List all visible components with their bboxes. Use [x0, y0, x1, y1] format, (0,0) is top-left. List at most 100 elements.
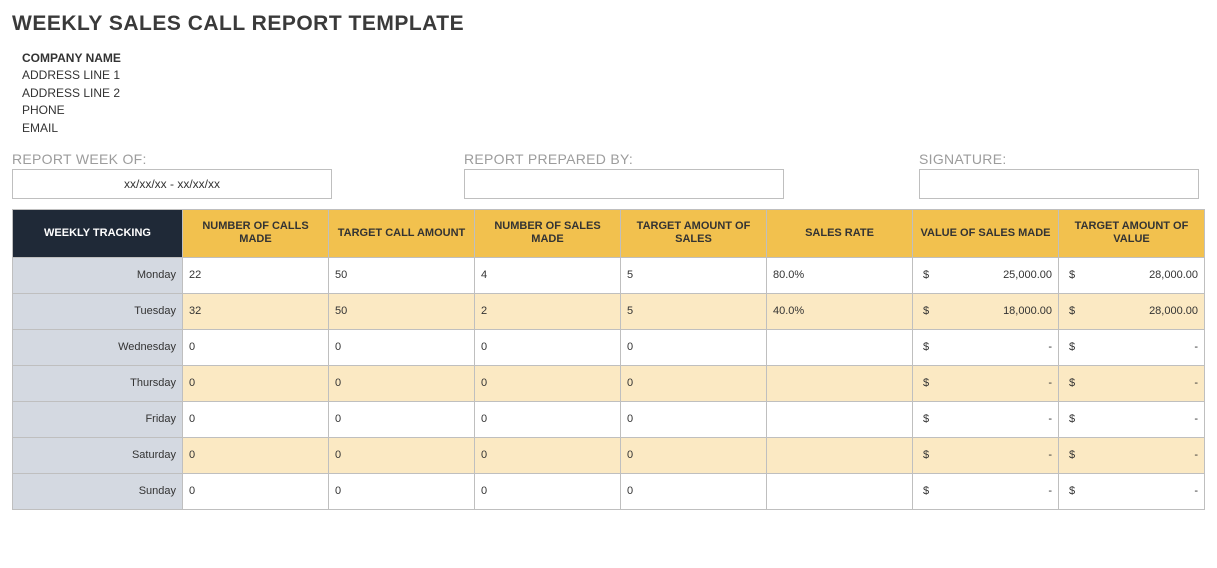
amount: 28,000.00	[1149, 305, 1198, 317]
weekly-tracking-table: WEEKLY TRACKING NUMBER OF CALLS MADE TAR…	[12, 209, 1205, 510]
cell-target-calls[interactable]: 0	[329, 473, 475, 509]
table-row: Tuesday32502540.0%$18,000.00$28,000.00	[13, 293, 1205, 329]
amount: -	[1194, 377, 1198, 389]
company-address-1: ADDRESS LINE 1	[22, 67, 1205, 84]
cell-target-sales[interactable]: 0	[621, 473, 767, 509]
cell-sales-made[interactable]: 4	[475, 257, 621, 293]
amount: 28,000.00	[1149, 269, 1198, 281]
cell-sales-made[interactable]: 2	[475, 293, 621, 329]
cell-value-sales[interactable]: $25,000.00	[913, 257, 1059, 293]
cell-sales-made[interactable]: 0	[475, 365, 621, 401]
table-row: Friday0000$-$-	[13, 401, 1205, 437]
cell-calls-made[interactable]: 0	[183, 329, 329, 365]
day-cell: Sunday	[13, 473, 183, 509]
company-name: COMPANY NAME	[22, 50, 1205, 67]
amount: -	[1048, 449, 1052, 461]
amount: 25,000.00	[1003, 269, 1052, 281]
header-value-sales: VALUE OF SALES MADE	[913, 209, 1059, 257]
cell-sales-rate[interactable]: 40.0%	[767, 293, 913, 329]
report-prepared-by-label: REPORT PREPARED BY:	[464, 151, 919, 167]
cell-calls-made[interactable]: 0	[183, 365, 329, 401]
cell-sales-made[interactable]: 0	[475, 329, 621, 365]
header-sales-made: NUMBER OF SALES MADE	[475, 209, 621, 257]
header-weekly-tracking: WEEKLY TRACKING	[13, 209, 183, 257]
amount: -	[1194, 485, 1198, 497]
company-address-2: ADDRESS LINE 2	[22, 85, 1205, 102]
cell-target-value[interactable]: $-	[1059, 365, 1205, 401]
cell-value-sales[interactable]: $-	[913, 437, 1059, 473]
cell-target-value[interactable]: $-	[1059, 329, 1205, 365]
signature-label: SIGNATURE:	[919, 151, 1205, 167]
cell-sales-made[interactable]: 0	[475, 401, 621, 437]
amount: -	[1194, 413, 1198, 425]
day-cell: Wednesday	[13, 329, 183, 365]
cell-target-sales[interactable]: 5	[621, 257, 767, 293]
cell-calls-made[interactable]: 0	[183, 437, 329, 473]
currency-symbol: $	[923, 485, 929, 497]
currency-symbol: $	[1069, 377, 1075, 389]
table-row: Sunday0000$-$-	[13, 473, 1205, 509]
day-cell: Friday	[13, 401, 183, 437]
cell-target-value[interactable]: $-	[1059, 473, 1205, 509]
cell-target-calls[interactable]: 50	[329, 293, 475, 329]
cell-sales-made[interactable]: 0	[475, 473, 621, 509]
currency-symbol: $	[923, 413, 929, 425]
cell-target-sales[interactable]: 0	[621, 365, 767, 401]
cell-value-sales[interactable]: $-	[913, 329, 1059, 365]
cell-target-calls[interactable]: 0	[329, 329, 475, 365]
table-row: Thursday0000$-$-	[13, 365, 1205, 401]
currency-symbol: $	[923, 305, 929, 317]
report-week-of-input[interactable]: xx/xx/xx - xx/xx/xx	[12, 169, 332, 199]
cell-calls-made[interactable]: 0	[183, 473, 329, 509]
table-row: Monday22504580.0%$25,000.00$28,000.00	[13, 257, 1205, 293]
cell-target-sales[interactable]: 0	[621, 329, 767, 365]
cell-target-calls[interactable]: 50	[329, 257, 475, 293]
cell-target-value[interactable]: $28,000.00	[1059, 293, 1205, 329]
report-week-of-label: REPORT WEEK OF:	[12, 151, 464, 167]
currency-symbol: $	[923, 341, 929, 353]
amount: -	[1048, 485, 1052, 497]
header-sales-rate: SALES RATE	[767, 209, 913, 257]
table-row: Wednesday0000$-$-	[13, 329, 1205, 365]
day-cell: Tuesday	[13, 293, 183, 329]
cell-value-sales[interactable]: $-	[913, 365, 1059, 401]
day-cell: Monday	[13, 257, 183, 293]
cell-sales-rate[interactable]: 80.0%	[767, 257, 913, 293]
cell-value-sales[interactable]: $-	[913, 401, 1059, 437]
cell-sales-rate[interactable]	[767, 401, 913, 437]
cell-sales-rate[interactable]	[767, 329, 913, 365]
cell-target-value[interactable]: $28,000.00	[1059, 257, 1205, 293]
cell-target-calls[interactable]: 0	[329, 365, 475, 401]
currency-symbol: $	[1069, 341, 1075, 353]
cell-sales-rate[interactable]	[767, 365, 913, 401]
currency-symbol: $	[923, 269, 929, 281]
report-prepared-by-input[interactable]	[464, 169, 784, 199]
day-cell: Thursday	[13, 365, 183, 401]
cell-calls-made[interactable]: 0	[183, 401, 329, 437]
cell-target-sales[interactable]: 0	[621, 437, 767, 473]
cell-target-sales[interactable]: 5	[621, 293, 767, 329]
amount: -	[1194, 341, 1198, 353]
cell-calls-made[interactable]: 22	[183, 257, 329, 293]
signature-input[interactable]	[919, 169, 1199, 199]
page-title: WEEKLY SALES CALL REPORT TEMPLATE	[12, 12, 1205, 36]
cell-target-value[interactable]: $-	[1059, 401, 1205, 437]
header-target-value: TARGET AMOUNT OF VALUE	[1059, 209, 1205, 257]
cell-target-calls[interactable]: 0	[329, 401, 475, 437]
table-header-row: WEEKLY TRACKING NUMBER OF CALLS MADE TAR…	[13, 209, 1205, 257]
currency-symbol: $	[1069, 449, 1075, 461]
cell-value-sales[interactable]: $18,000.00	[913, 293, 1059, 329]
amount: -	[1048, 377, 1052, 389]
cell-target-value[interactable]: $-	[1059, 437, 1205, 473]
company-email: EMAIL	[22, 120, 1205, 137]
cell-sales-made[interactable]: 0	[475, 437, 621, 473]
cell-target-sales[interactable]: 0	[621, 401, 767, 437]
currency-symbol: $	[1069, 413, 1075, 425]
cell-calls-made[interactable]: 32	[183, 293, 329, 329]
cell-value-sales[interactable]: $-	[913, 473, 1059, 509]
cell-sales-rate[interactable]	[767, 437, 913, 473]
amount: -	[1194, 449, 1198, 461]
header-target-sales: TARGET AMOUNT OF SALES	[621, 209, 767, 257]
cell-sales-rate[interactable]	[767, 473, 913, 509]
cell-target-calls[interactable]: 0	[329, 437, 475, 473]
